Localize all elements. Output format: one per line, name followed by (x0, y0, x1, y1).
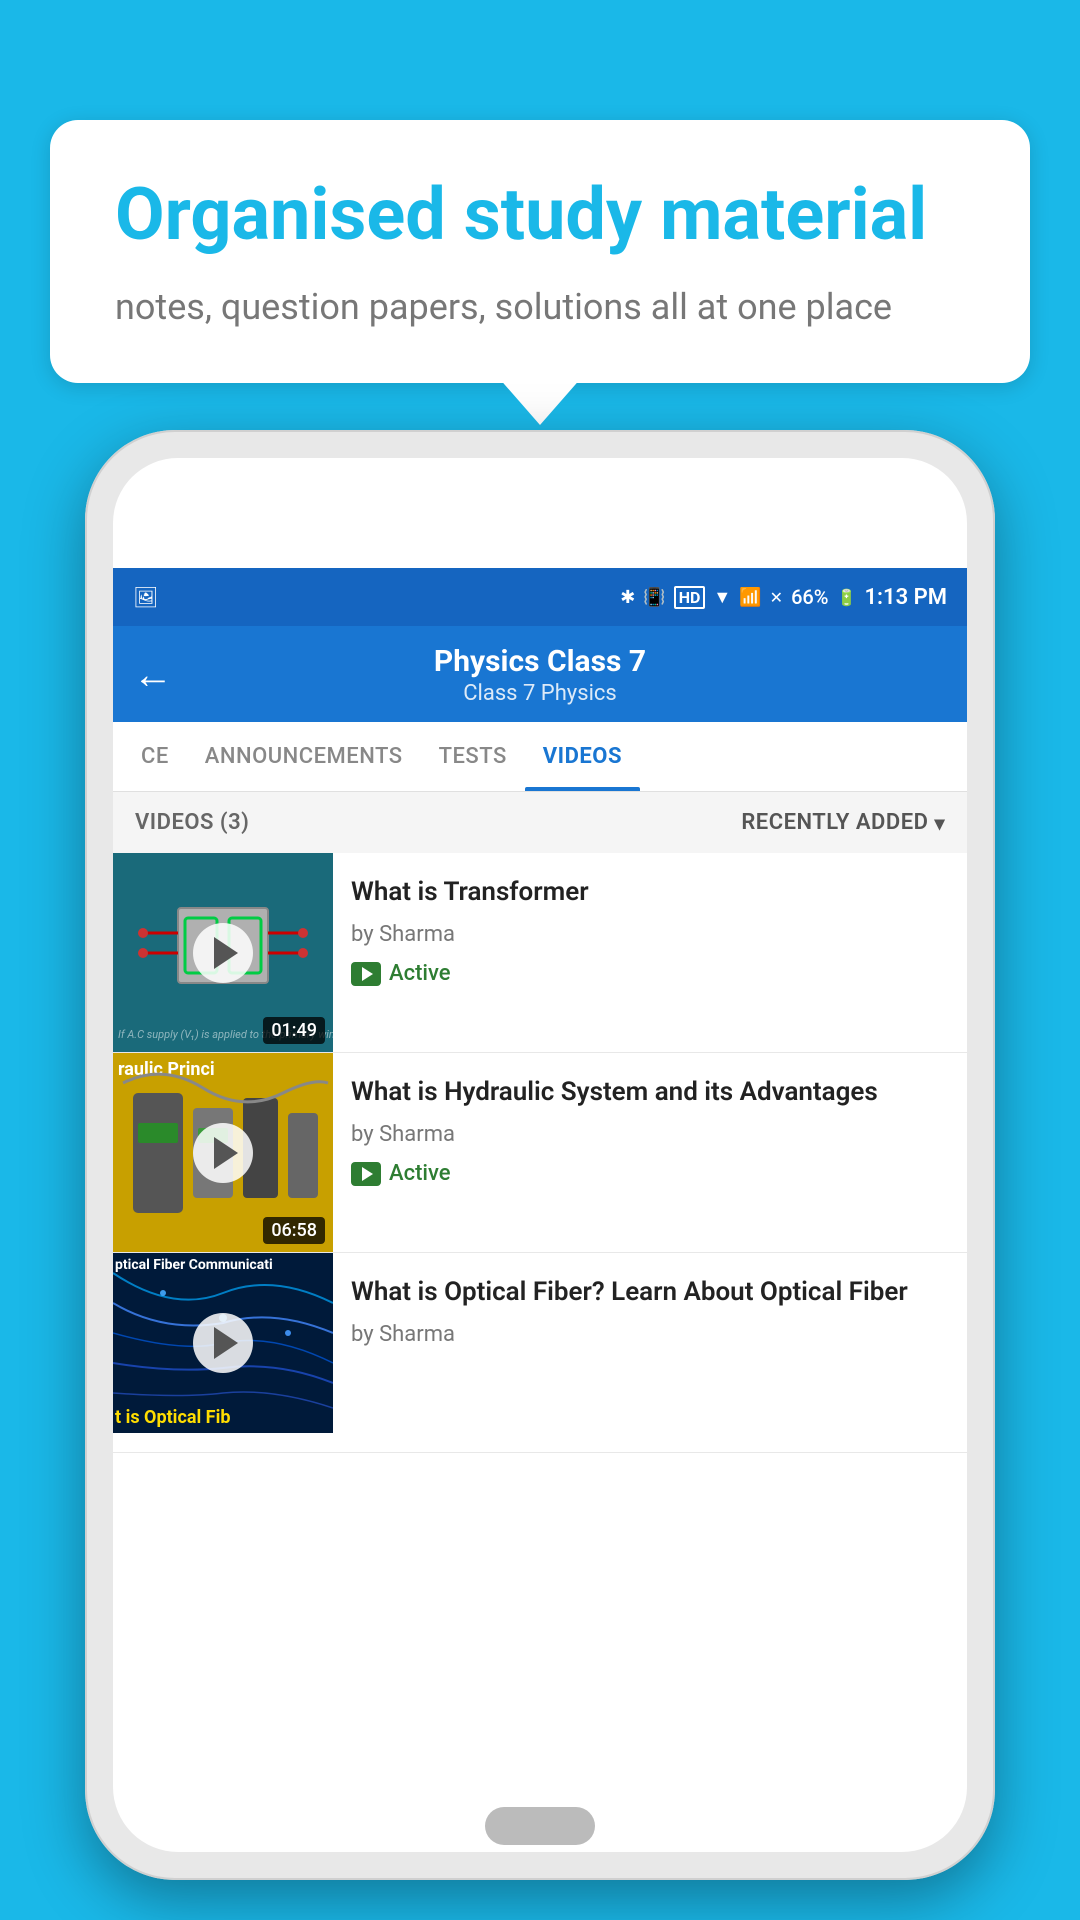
video-author: by Sharma (351, 922, 949, 947)
video-list: If A.C supply (V₁) is applied to the pri… (113, 853, 967, 1453)
battery-percent: 66% (791, 585, 828, 609)
chat-icon (351, 1162, 381, 1186)
tab-bar: CE ANNOUNCEMENTS TESTS VIDEOS (113, 722, 967, 792)
list-item[interactable]: raulic Princi (113, 1053, 967, 1253)
video-author: by Sharma (351, 1322, 949, 1347)
tab-videos[interactable]: VIDEOS (525, 722, 640, 791)
video-info: What is Transformer by Sharma Active (333, 853, 967, 1052)
list-item[interactable]: ptical Fiber Communicati t is Optical Fi… (113, 1253, 967, 1453)
chat-icon (351, 962, 381, 986)
phone-mockup: 🖼 ✱ 📳 HD ▼ 📶 ✕ (85, 430, 995, 1880)
status-left-icons: 🖼 (133, 585, 158, 609)
video-author: by Sharma (351, 1122, 949, 1147)
speech-bubble-title: Organised study material (115, 175, 965, 254)
videos-count: VIDEOS (3) (135, 810, 249, 835)
status-time: 1:13 PM (864, 585, 947, 610)
tab-ce[interactable]: CE (123, 722, 187, 791)
play-button[interactable] (193, 1123, 253, 1183)
play-button[interactable] (193, 923, 253, 983)
video-duration: 01:49 (263, 1017, 325, 1044)
status-right-info: ✱ 📳 HD ▼ 📶 ✕ 66% 🔋 1:13 (620, 585, 947, 610)
video-title: What is Hydraulic System and its Advanta… (351, 1075, 949, 1110)
video-info: What is Optical Fiber? Learn About Optic… (333, 1253, 967, 1452)
back-button[interactable]: ← (133, 655, 173, 695)
video-thumbnail-hydraulic: raulic Princi (113, 1053, 333, 1252)
nav-main-title: Physics Class 7 (193, 644, 887, 679)
list-item[interactable]: If A.C supply (V₁) is applied to the pri… (113, 853, 967, 1053)
video-info: What is Hydraulic System and its Advanta… (333, 1053, 967, 1252)
chevron-down-icon: ▾ (934, 811, 945, 835)
phone-screen: 🖼 ✱ 📳 HD ▼ 📶 ✕ (113, 568, 967, 1772)
sort-button[interactable]: RECENTLY ADDED ▾ (741, 810, 945, 835)
top-nav: ← Physics Class 7 Class 7 Physics (113, 626, 967, 722)
videos-header: VIDEOS (3) RECENTLY ADDED ▾ (113, 792, 967, 853)
svg-text:ptical Fiber Communicati: ptical Fiber Communicati (115, 1257, 273, 1273)
video-duration: 06:58 (263, 1217, 325, 1244)
video-thumbnail-transformer: If A.C supply (V₁) is applied to the pri… (113, 853, 333, 1052)
active-badge: Active (351, 1161, 949, 1186)
svg-text:raulic Princi: raulic Princi (118, 1059, 215, 1080)
video-thumbnail-fiber: ptical Fiber Communicati t is Optical Fi… (113, 1253, 333, 1433)
tab-announcements[interactable]: ANNOUNCEMENTS (187, 722, 421, 791)
active-badge: Active (351, 961, 949, 986)
play-button[interactable] (193, 1313, 253, 1373)
video-title: What is Optical Fiber? Learn About Optic… (351, 1275, 949, 1310)
tab-tests[interactable]: TESTS (421, 722, 525, 791)
home-button[interactable] (485, 1807, 595, 1845)
video-title: What is Transformer (351, 875, 949, 910)
speech-bubble-subtitle: notes, question papers, solutions all at… (115, 282, 965, 332)
nav-titles: Physics Class 7 Class 7 Physics (193, 644, 887, 706)
speech-bubble: Organised study material notes, question… (50, 120, 1030, 383)
svg-text:t is Optical Fib: t is Optical Fib (115, 1407, 230, 1428)
status-bar: 🖼 ✱ 📳 HD ▼ 📶 ✕ (113, 568, 967, 626)
nav-sub-title: Class 7 Physics (193, 681, 887, 706)
